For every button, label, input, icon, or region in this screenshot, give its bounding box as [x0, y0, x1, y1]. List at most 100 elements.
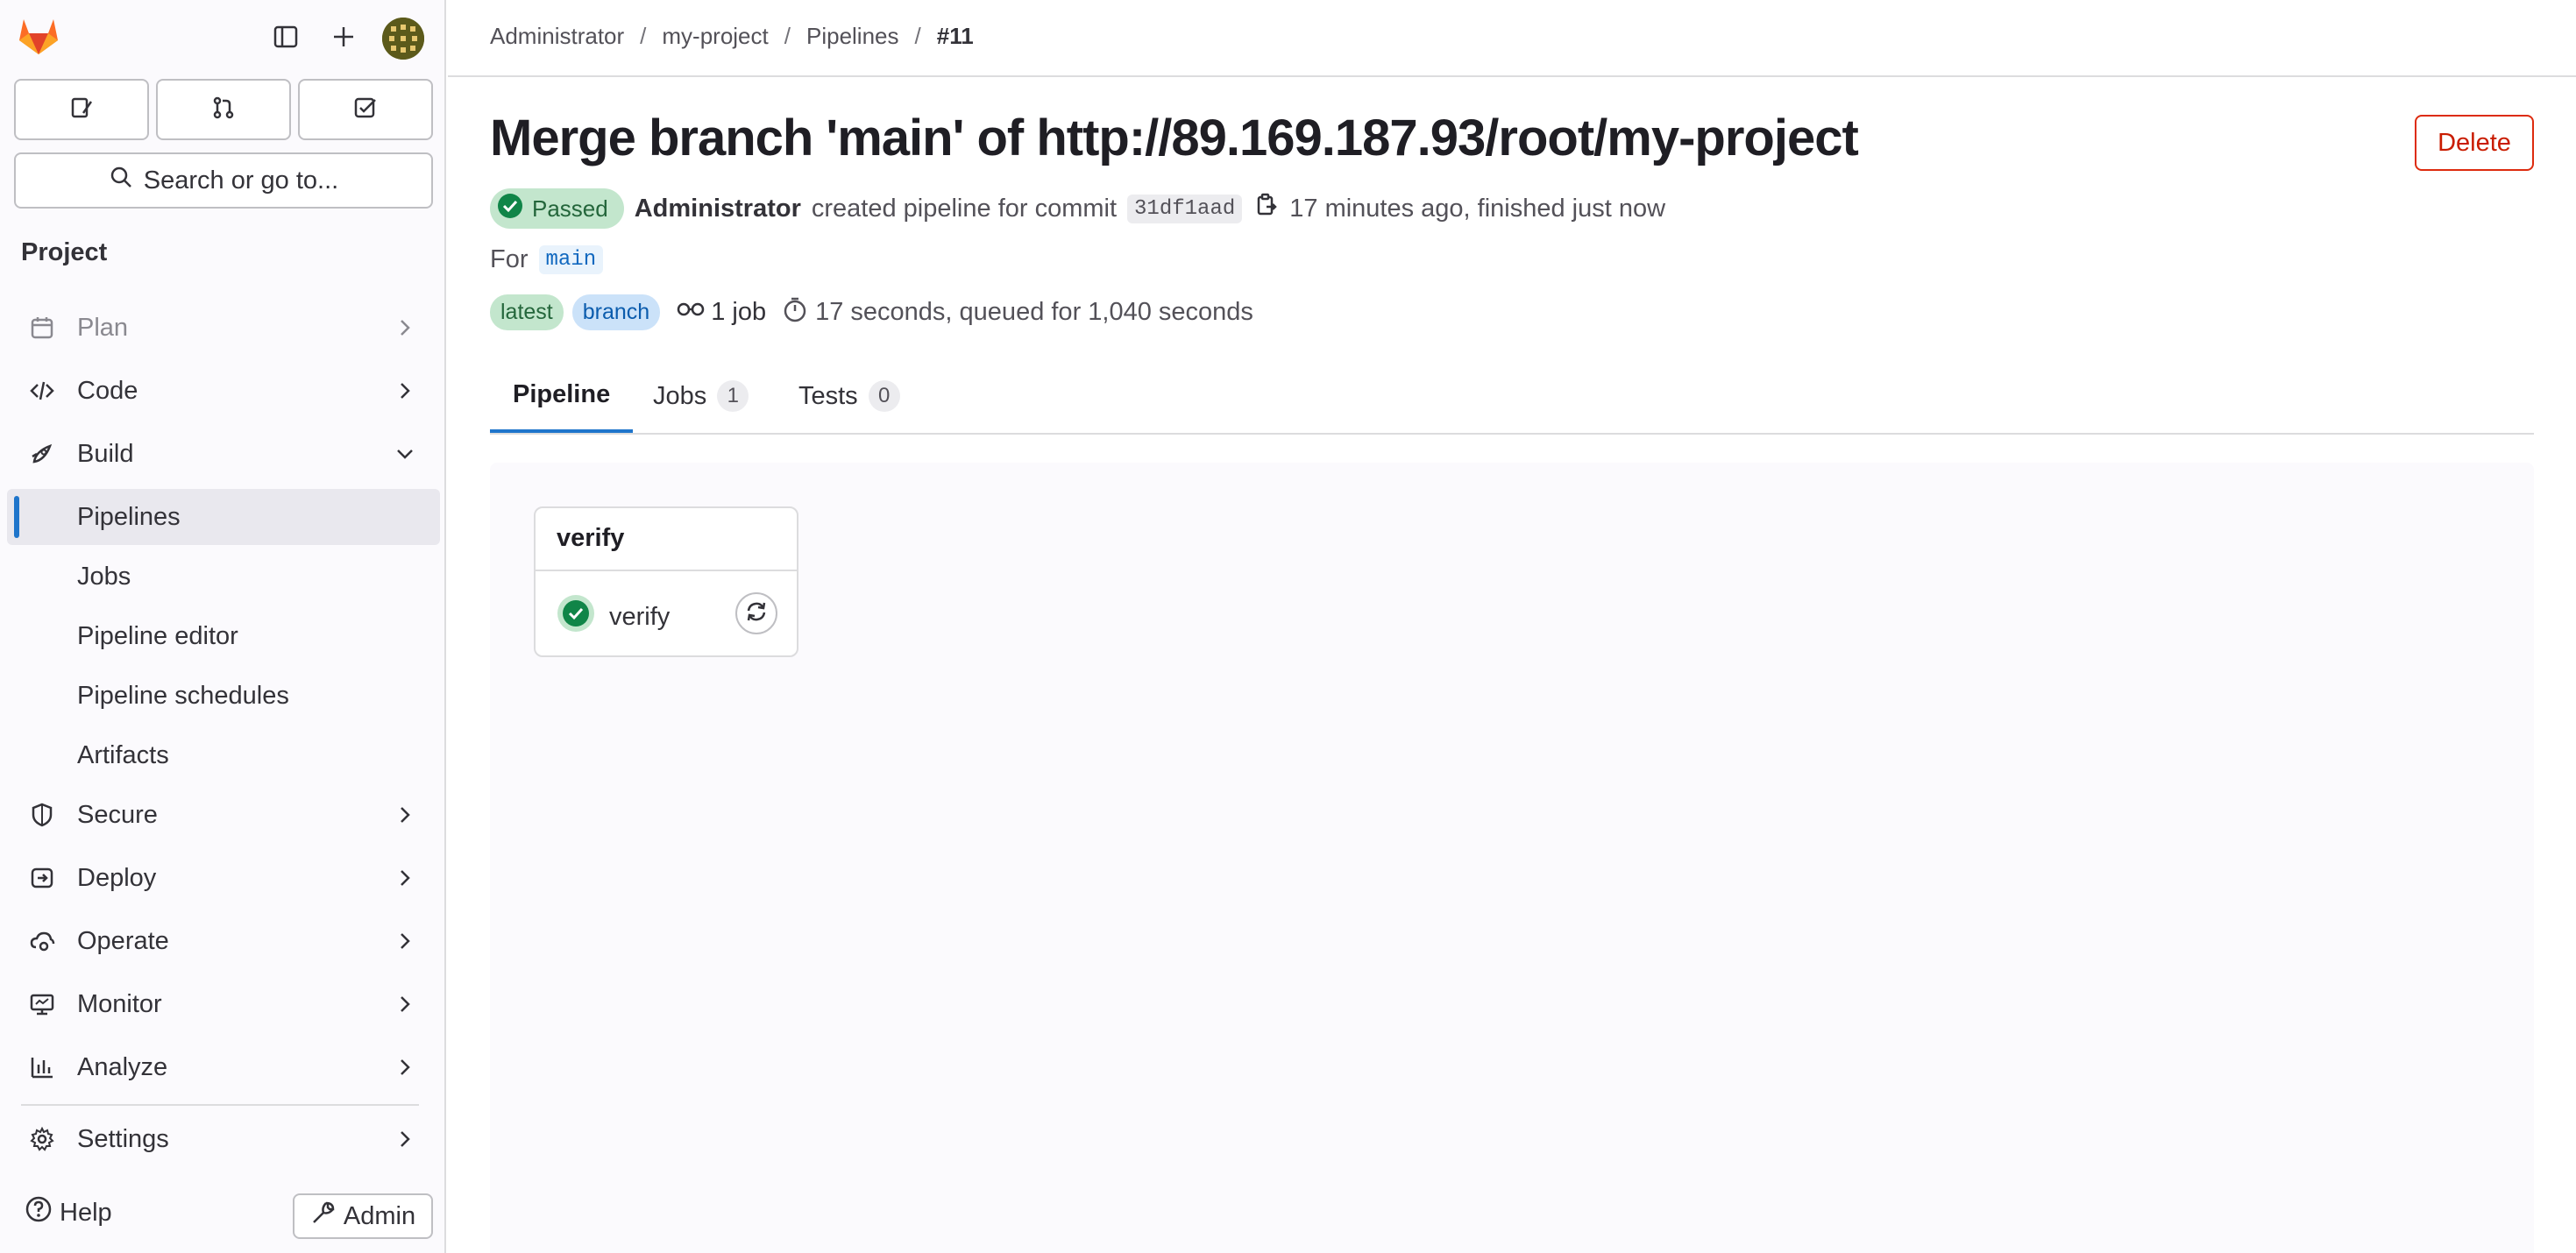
search-icon — [109, 165, 133, 196]
breadcrumb-separator: / — [914, 23, 921, 49]
issues-button[interactable] — [14, 79, 149, 140]
status-label: Passed — [532, 195, 608, 222]
badge-latest: latest — [490, 294, 564, 330]
tab-count: 1 — [717, 380, 749, 412]
tab-label: Tests — [798, 381, 858, 410]
help-button[interactable]: Help — [25, 1195, 112, 1230]
tab-label: Jobs — [653, 381, 707, 410]
sidebar-item-build[interactable]: Build — [7, 426, 440, 482]
breadcrumb-item-project[interactable]: my-project — [662, 23, 768, 50]
breadcrumb-separator: / — [784, 23, 791, 49]
duration-label: 17 seconds, queued for 1,040 seconds — [815, 298, 1253, 326]
todo-icon — [352, 95, 379, 125]
shield-icon — [25, 797, 60, 832]
badge-branch: branch — [571, 294, 661, 330]
chart-icon — [25, 1050, 60, 1085]
job-count: 1 job — [676, 296, 766, 329]
sidebar-item-jobs[interactable]: Jobs — [7, 549, 440, 605]
chevron-right-icon — [393, 866, 417, 890]
breadcrumb-separator: / — [640, 23, 647, 49]
monitor-icon — [25, 987, 60, 1022]
sidebar-toggle-icon[interactable] — [268, 19, 303, 54]
top-bar: Administrator / my-project / Pipelines /… — [448, 0, 2576, 77]
sidebar-item-label: Deploy — [77, 863, 157, 892]
sidebar-divider — [21, 1104, 419, 1106]
sidebar: Search or go to... Project Plan Code Bui… — [0, 0, 446, 1253]
sidebar-item-operate[interactable]: Operate — [7, 913, 440, 969]
sidebar-item-label: Code — [77, 376, 138, 405]
stage-card: verify verify — [534, 506, 798, 657]
pipeline-badges: latest branch 1 job 17 seconds, queued f… — [490, 294, 1253, 330]
search-button[interactable]: Search or go to... — [14, 152, 433, 209]
issues-icon — [68, 95, 95, 125]
for-label: For — [490, 245, 529, 273]
job-count-label: 1 job — [711, 298, 767, 326]
chevron-right-icon — [393, 803, 417, 827]
job-item[interactable]: verify — [557, 594, 670, 640]
admin-label: Admin — [343, 1201, 416, 1230]
avatar[interactable] — [382, 18, 424, 60]
status-success-icon — [557, 594, 595, 640]
sidebar-item-plan[interactable]: Plan — [7, 300, 440, 356]
page-title: Merge branch 'main' of http://89.169.187… — [490, 110, 1859, 166]
help-icon — [25, 1195, 53, 1230]
stage-divider — [536, 570, 797, 571]
pipeline-meta: Passed Administrator created pipeline fo… — [490, 188, 1665, 229]
retry-icon — [744, 599, 769, 628]
ref-link[interactable]: main — [538, 245, 604, 274]
rocket-icon — [25, 436, 60, 471]
sidebar-item-settings[interactable]: Settings — [7, 1111, 440, 1167]
plus-icon[interactable] — [326, 19, 361, 54]
tab-pipeline[interactable]: Pipeline — [490, 359, 634, 433]
merge-request-icon — [210, 95, 237, 125]
breadcrumb-item-pipelines[interactable]: Pipelines — [806, 23, 899, 50]
gitlab-logo-icon[interactable] — [18, 16, 67, 60]
help-label: Help — [60, 1198, 112, 1227]
job-name[interactable]: verify — [609, 603, 670, 632]
tab-label: Pipeline — [513, 379, 611, 408]
chevron-right-icon — [393, 1055, 417, 1080]
action-text: created pipeline for commit — [811, 194, 1118, 223]
sidebar-header — [0, 0, 446, 74]
sidebar-item-code[interactable]: Code — [7, 363, 440, 419]
author-name[interactable]: Administrator — [635, 195, 801, 223]
tab-jobs[interactable]: Jobs 1 — [630, 359, 771, 433]
breadcrumb: Administrator / my-project / Pipelines /… — [490, 23, 974, 50]
todos-button[interactable] — [298, 79, 433, 140]
sidebar-item-label: Analyze — [77, 1052, 168, 1081]
sidebar-item-label: Secure — [77, 800, 158, 829]
sidebar-item-label: Operate — [77, 926, 169, 955]
gear-icon — [25, 1122, 60, 1157]
breadcrumb-item-current[interactable]: #11 — [937, 23, 974, 50]
breadcrumb-item-administrator[interactable]: Administrator — [490, 23, 624, 50]
sidebar-item-label: Monitor — [77, 989, 162, 1018]
commit-sha[interactable]: 31df1aad — [1127, 194, 1243, 223]
sidebar-item-deploy[interactable]: Deploy — [7, 850, 440, 906]
retry-button[interactable] — [735, 592, 777, 634]
chevron-right-icon — [393, 1127, 417, 1151]
pipeline-duration: 17 seconds, queued for 1,040 seconds — [782, 296, 1253, 329]
stage-title: verify — [557, 524, 625, 552]
sidebar-quick-actions — [14, 79, 433, 140]
wrench-icon — [310, 1200, 337, 1233]
tab-count: 0 — [868, 380, 900, 412]
sidebar-item-label: Build — [77, 439, 134, 468]
sidebar-item-pipeline-editor[interactable]: Pipeline editor — [7, 608, 440, 664]
chevron-right-icon — [393, 315, 417, 340]
sidebar-item-pipelines[interactable]: Pipelines — [7, 489, 440, 545]
copy-icon[interactable] — [1253, 192, 1279, 225]
admin-button[interactable]: Admin — [293, 1193, 433, 1239]
sidebar-item-monitor[interactable]: Monitor — [7, 976, 440, 1032]
tab-tests[interactable]: Tests 0 — [776, 359, 923, 433]
sidebar-item-analyze[interactable]: Analyze — [7, 1039, 440, 1095]
delete-button[interactable]: Delete — [2415, 115, 2534, 171]
chevron-right-icon — [393, 379, 417, 403]
merge-requests-button[interactable] — [156, 79, 291, 140]
sidebar-item-secure[interactable]: Secure — [7, 787, 440, 843]
sidebar-item-label: Plan — [77, 313, 129, 342]
sidebar-item-artifacts[interactable]: Artifacts — [7, 727, 440, 783]
sidebar-item-pipeline-schedules[interactable]: Pipeline schedules — [7, 668, 440, 724]
check-circle-icon — [497, 193, 523, 225]
pipeline-icon — [676, 296, 706, 329]
status-badge[interactable]: Passed — [490, 188, 624, 229]
